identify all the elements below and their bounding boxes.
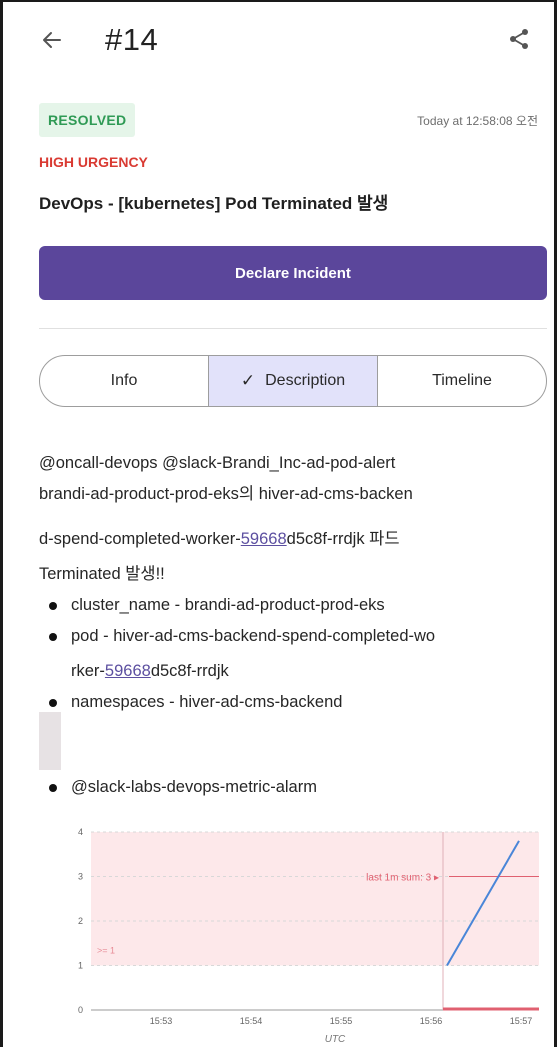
app-frame: #14 RESOLVED Today at 12:58:08 오전 HIGH U… <box>0 0 557 1047</box>
y-tick-label: 3 <box>78 872 83 882</box>
tab-timeline[interactable]: Timeline <box>378 356 546 406</box>
tab-info[interactable]: Info <box>40 356 209 406</box>
desc-line: @oncall-devops @slack-Brandi_Inc-ad-pod-… <box>39 454 396 472</box>
metric-chart: 0 1 2 3 4 >= 1 15:53 15:54 15:55 15:56 15:57 UTC las… <box>39 820 549 1045</box>
worker-id-link[interactable]: 59668 <box>241 530 287 548</box>
check-icon: ✓ <box>240 371 256 390</box>
desc-text: d-spend-completed-worker- <box>39 530 241 548</box>
list-item-continuation: rker-59668d5c8f-rrdjk <box>39 656 542 687</box>
x-axis-label: UTC <box>325 1034 346 1045</box>
timestamp: Today at 12:58:08 오전 <box>417 113 538 128</box>
desc-line: d-spend-completed-worker-59668d5c8f-rrdj… <box>39 524 542 555</box>
desc-line: brandi-ad-product-prod-eks의 hiver-ad-cms… <box>39 485 413 503</box>
list-item: @slack-labs-devops-metric-alarm <box>39 772 542 803</box>
incident-subject: DevOps - [kubernetes] Pod Terminated 발생 <box>39 194 389 213</box>
status-badge: RESOLVED <box>39 103 136 137</box>
chart-svg: 0 1 2 3 4 >= 1 15:53 15:54 15:55 15:56 15:57 UTC las… <box>78 827 539 1045</box>
list-item: cluster_name - brandi-ad-product-prod-ek… <box>39 590 542 621</box>
annotation-label: last 1m sum: 3 ▸ <box>366 873 439 884</box>
x-tick-label: 15:55 <box>330 1016 353 1026</box>
header: #14 <box>39 20 532 60</box>
y-tick-label: 1 <box>78 961 83 971</box>
list-item: namespaces - hiver-ad-cms-backend <box>39 687 542 718</box>
desc-line: Terminated 발생!! <box>39 565 165 583</box>
list-item-text: @slack-labs-devops-metric-alarm <box>71 778 317 796</box>
x-tick-label: 15:54 <box>240 1016 263 1026</box>
description-body: @oncall-devops @slack-Brandi_Inc-ad-pod-… <box>39 448 542 718</box>
x-tick-label: 15:53 <box>150 1016 173 1026</box>
bullet-dot <box>49 784 57 792</box>
bullet-dot <box>49 602 57 610</box>
divider <box>39 328 547 329</box>
tab-bar: Info ✓ Description Timeline <box>39 355 547 407</box>
list-item-text: pod - hiver-ad-cms-backend-spend-complet… <box>71 627 436 645</box>
y-tick-label: 4 <box>78 827 83 837</box>
page-title: #14 <box>105 22 159 57</box>
tab-description-label: Description <box>265 372 346 389</box>
list-item-text: cluster_name - brandi-ad-product-prod-ek… <box>71 596 385 614</box>
tab-info-label: Info <box>110 372 138 389</box>
bullet-dot <box>49 633 57 641</box>
urgency-label: HIGH URGENCY <box>39 154 148 170</box>
arrow-left-icon[interactable] <box>39 27 65 53</box>
desc-text: d5c8f-rrdjk <box>150 662 229 680</box>
declare-incident-button[interactable]: Declare Incident <box>39 246 547 300</box>
tab-timeline-label: Timeline <box>432 372 492 389</box>
threshold-band <box>91 832 539 966</box>
list-item: pod - hiver-ad-cms-backend-spend-complet… <box>39 621 542 652</box>
bullet-dot <box>49 699 57 707</box>
share-icon[interactable] <box>506 26 532 52</box>
list-item-text: namespaces - hiver-ad-cms-backend <box>71 693 343 711</box>
desc-text: d5c8f-rrdjk 파드 <box>286 530 400 548</box>
x-tick-label: 15:56 <box>420 1016 443 1026</box>
y-tick-label: 2 <box>78 916 83 926</box>
x-tick-label: 15:57 <box>510 1016 533 1026</box>
y-tick-label: 0 <box>78 1005 83 1015</box>
status-row: RESOLVED Today at 12:58:08 오전 <box>39 102 538 138</box>
description-body-2: @slack-labs-devops-metric-alarm <box>39 772 542 803</box>
worker-id-link[interactable]: 59668 <box>105 662 151 680</box>
image-placeholder <box>39 712 61 770</box>
tab-description[interactable]: ✓ Description <box>209 356 378 406</box>
desc-text: rker- <box>71 662 105 680</box>
threshold-label: >= 1 <box>97 946 115 956</box>
